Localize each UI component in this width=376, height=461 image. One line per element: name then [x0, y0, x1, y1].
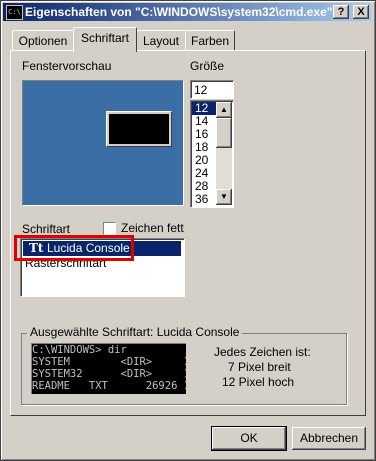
highlight-annotation	[14, 235, 134, 261]
console-preview: C:\WINDOWS> dir SYSTEM <DIR> 10 SYSTEM32…	[31, 343, 186, 394]
size-input-value: 12	[194, 83, 208, 97]
preview-mini-window	[106, 111, 172, 147]
tab-schriftart[interactable]: Schriftart	[73, 27, 137, 52]
tab-farben[interactable]: Farben	[185, 30, 235, 51]
char-height: 12 Pixel hoch	[222, 375, 295, 389]
scroll-thumb[interactable]	[216, 118, 232, 148]
selected-font-group-title: Ausgewählte Schriftart: Lucida Console	[27, 325, 243, 339]
char-width: 7 Pixel breit	[228, 360, 291, 374]
size-label: Größe	[190, 59, 225, 73]
help-button[interactable]: ?	[333, 5, 349, 19]
preview-label: Fenstervorschau	[22, 59, 112, 73]
tab-optionen[interactable]: Optionen	[12, 30, 74, 51]
char-info-title: Jedes Zeichen ist:	[214, 345, 311, 359]
font-label: Schriftart	[22, 222, 71, 236]
window-title: Eigenschaften von "C:\WINDOWS\system32\c…	[25, 5, 333, 19]
cmd-app-icon: C:\	[6, 5, 23, 20]
size-list[interactable]: 12 14 16 18 20 24 28 36 ▲ ▼	[190, 100, 234, 208]
tab-layout[interactable]: Layout	[136, 30, 186, 51]
window-preview	[22, 80, 184, 206]
close-button[interactable]: X	[353, 5, 369, 19]
bold-label: Zeichen fett	[121, 221, 184, 235]
scroll-up-icon[interactable]: ▲	[216, 102, 232, 118]
title-bar[interactable]: C:\ Eigenschaften von "C:\WINDOWS\system…	[3, 3, 371, 21]
console-line: README TXT 26926 10	[32, 380, 186, 392]
size-scrollbar[interactable]: ▲ ▼	[216, 102, 232, 205]
console-line: SYSTEM <DIR> 10	[32, 356, 186, 368]
ok-button[interactable]: OK	[211, 426, 287, 451]
console-line: C:\WINDOWS> dir	[32, 344, 127, 356]
bold-checkbox[interactable]	[103, 222, 116, 235]
console-line: SYSTEM32 <DIR> 10	[32, 368, 186, 380]
size-option[interactable]: 36	[192, 193, 216, 206]
scroll-down-icon[interactable]: ▼	[216, 189, 232, 205]
size-input[interactable]: 12	[190, 80, 234, 99]
cancel-button[interactable]: Abbrechen	[292, 427, 366, 450]
